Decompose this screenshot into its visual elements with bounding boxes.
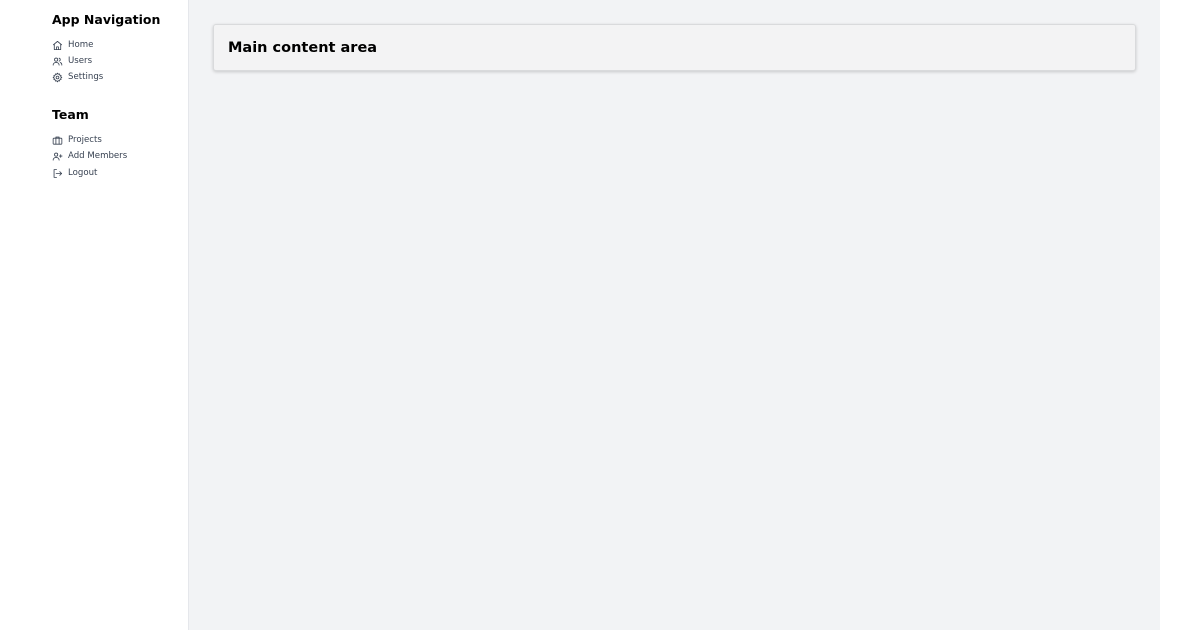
home-icon bbox=[52, 40, 63, 51]
sidebar-item-label: Logout bbox=[68, 167, 98, 178]
sidebar-item-settings[interactable]: Settings bbox=[52, 70, 182, 86]
logout-icon bbox=[52, 168, 63, 179]
section-title-app-navigation: App Navigation bbox=[52, 12, 161, 27]
users-icon bbox=[52, 56, 63, 67]
right-gutter bbox=[1160, 0, 1200, 630]
sidebar: App Navigation Home Users Settings Team … bbox=[0, 0, 189, 630]
briefcase-icon bbox=[52, 135, 63, 146]
sidebar-item-users[interactable]: Users bbox=[52, 53, 182, 69]
sidebar-item-home[interactable]: Home bbox=[52, 37, 182, 53]
sidebar-item-label: Home bbox=[68, 39, 94, 50]
gear-icon bbox=[52, 72, 63, 83]
nav-list-team: Projects Add Members Logout bbox=[52, 132, 182, 181]
sidebar-item-add-members[interactable]: Add Members bbox=[52, 149, 182, 165]
sidebar-item-logout[interactable]: Logout bbox=[52, 165, 182, 181]
app-root: App Navigation Home Users Settings Team … bbox=[0, 0, 1200, 630]
page-title: Main content area bbox=[228, 39, 378, 56]
nav-list-app-navigation: Home Users Settings bbox=[52, 37, 182, 86]
sidebar-item-label: Projects bbox=[68, 134, 102, 145]
sidebar-item-label: Settings bbox=[68, 72, 104, 83]
content-card: Main content area bbox=[213, 24, 1136, 71]
main-area: Main content area bbox=[189, 0, 1160, 630]
sidebar-content: App Navigation Home Users Settings Team … bbox=[52, 12, 182, 181]
user-plus-icon bbox=[52, 151, 63, 162]
sidebar-item-label: Add Members bbox=[68, 151, 128, 162]
sidebar-item-projects[interactable]: Projects bbox=[52, 132, 182, 148]
sidebar-item-label: Users bbox=[68, 56, 93, 67]
section-title-team: Team bbox=[52, 107, 89, 123]
